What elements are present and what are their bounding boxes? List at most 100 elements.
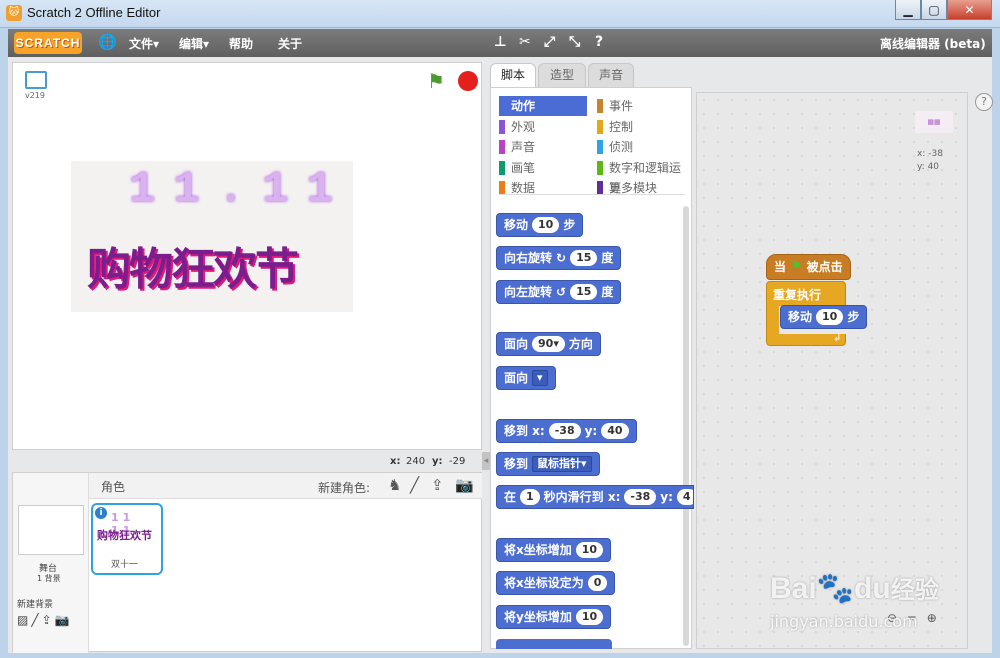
upload-icon[interactable]: ⇪ — [431, 476, 444, 494]
block-point-direction[interactable]: 面向 90▾ 方向 — [496, 332, 601, 356]
green-flag-icon[interactable]: ⚑ — [427, 69, 445, 93]
block-point-towards[interactable]: 面向 ▾ — [496, 366, 556, 390]
script-area[interactable]: ▦▦ x: -38 y: 40 ⊖ = ⊕ — [696, 92, 968, 649]
palette-divider — [499, 194, 685, 195]
maximize-button[interactable]: ▢ — [921, 0, 947, 20]
sprite-x-position: x: -38 — [917, 149, 943, 159]
minimize-button[interactable]: ▁ — [895, 0, 921, 20]
tab-scripts[interactable]: 脚本 — [490, 63, 536, 87]
category-color-swatch — [499, 119, 505, 134]
green-flag-icon: ⚑ — [790, 259, 803, 275]
duplicate-stamp-icon[interactable]: ⊥ — [494, 34, 507, 50]
category-9[interactable]: 更多模块 — [597, 178, 685, 198]
block-set-x[interactable]: 将x坐标设定为 0 — [496, 571, 616, 595]
block-change-y[interactable]: 将y坐标增加 10 — [496, 605, 612, 629]
scratch-logo[interactable]: SCRATCH — [14, 32, 82, 54]
category-color-swatch — [597, 160, 603, 175]
backdrop-tools-icon[interactable]: ▨╱⇪📷 — [17, 613, 73, 627]
category-6[interactable]: 控制 — [597, 117, 685, 137]
block-change-x[interactable]: 将x坐标增加 10 — [496, 538, 612, 562]
tab-costumes[interactable]: 造型 — [538, 63, 586, 87]
block-turn-right[interactable]: 向右旋转 ↻ 15 度 — [496, 246, 622, 270]
block-goto-xy[interactable]: 移到 x: -38 y: 40 — [496, 419, 637, 443]
category-2[interactable]: 声音 — [499, 137, 587, 157]
menu-edit[interactable]: 编辑▾ — [179, 35, 209, 52]
mouse-y-value: -29 — [449, 456, 466, 467]
category-color-swatch — [597, 181, 603, 195]
category-5[interactable]: 事件 — [597, 96, 685, 116]
category-color-swatch — [499, 181, 505, 195]
category-8[interactable]: 数字和逻辑运算 — [597, 158, 685, 195]
stage-thumbnail[interactable] — [18, 505, 84, 555]
category-label: 数据 — [511, 181, 536, 195]
close-button[interactable]: ✕ — [947, 0, 992, 20]
category-color-swatch — [597, 99, 603, 113]
menu-help[interactable]: 帮助 — [229, 35, 253, 52]
sprite-library-icon[interactable]: ♞ — [388, 476, 401, 494]
mouse-x-value: 240 — [406, 456, 426, 467]
delete-scissors-icon[interactable]: ✂ — [519, 34, 531, 50]
category-label: 声音 — [511, 140, 536, 154]
shrink-icon[interactable]: ⤡ — [569, 34, 580, 50]
rotate-cw-icon: ↻ — [556, 251, 567, 265]
menu-about[interactable]: 关于 — [278, 35, 302, 52]
edition-label: 离线编辑器 (beta) — [880, 37, 986, 51]
category-color-swatch — [499, 160, 505, 175]
help-question-icon[interactable]: ? — [595, 34, 603, 50]
grow-icon[interactable]: ⤢ — [544, 34, 555, 50]
stage-sprite-image[interactable]: 11.11 购物狂欢节 — [71, 161, 353, 312]
rotate-ccw-icon: ↺ — [556, 285, 567, 299]
category-color-swatch — [499, 140, 505, 154]
script-move[interactable]: 移动 10 步 — [780, 305, 868, 329]
category-label: 动作 — [511, 99, 536, 113]
sprite-y-position: y: 40 — [917, 162, 940, 172]
new-sprite-label: 新建角色: — [318, 481, 371, 495]
palette-scrollbar[interactable] — [683, 206, 689, 646]
category-label: 更多模块 — [609, 181, 658, 195]
category-color-swatch — [597, 119, 603, 134]
menu-file[interactable]: 文件▾ — [129, 35, 159, 52]
sprite-thumbnail[interactable]: i 11 11 购物狂欢节 双十一 — [91, 503, 163, 575]
script-when-flag-clicked[interactable]: 当 ⚑ 被点击 — [766, 254, 851, 280]
block-goto[interactable]: 移到 鼠标指针▾ — [496, 452, 600, 476]
camera-icon[interactable]: 📷 — [455, 476, 474, 494]
collapse-stage-handle[interactable]: ◂ — [482, 452, 490, 470]
category-4[interactable]: 数据 — [499, 178, 587, 198]
category-label: 画笔 — [511, 160, 536, 175]
stage[interactable]: v219 ⚑ 11.11 购物狂欢节 — [12, 62, 482, 450]
version-label: v219 — [25, 91, 46, 100]
block-turn-left[interactable]: 向左旋转 ↺ 15 度 — [496, 280, 622, 304]
category-label: 控制 — [609, 119, 634, 134]
stage-backdrop-count: 1 背景 — [37, 574, 61, 583]
watermark-url: jingyan.baidu.com — [770, 612, 918, 631]
category-1[interactable]: 外观 — [499, 117, 587, 137]
new-backdrop-label: 新建背景 — [17, 600, 54, 610]
category-label: 侦测 — [609, 140, 634, 154]
current-sprite-thumb: ▦▦ — [915, 111, 953, 133]
loop-arrow-icon: ↲ — [833, 333, 842, 344]
block-move[interactable]: 移动 10 步 — [496, 213, 584, 237]
watermark-logo: Bai🐾du经验 — [770, 572, 939, 605]
help-icon[interactable]: ? — [975, 93, 993, 111]
globe-icon[interactable]: 🌐 — [98, 33, 117, 51]
image-text-top: 11.11 — [129, 165, 352, 215]
presentation-mode-icon[interactable] — [25, 71, 47, 89]
block-glide[interactable]: 在 1 秒内滑行到 x: -38 y: 4 — [496, 485, 694, 509]
info-icon[interactable]: i — [95, 507, 107, 519]
block-set-y-partial[interactable] — [496, 639, 612, 649]
sprite-name: 双十一 — [111, 560, 139, 570]
image-text-bottom: 购物狂欢节 — [87, 245, 299, 294]
category-3[interactable]: 画笔 — [499, 158, 587, 178]
category-label: 外观 — [511, 119, 536, 134]
sprite-header — [89, 473, 482, 499]
mouse-y-label: y: — [432, 456, 443, 467]
category-color-swatch — [597, 140, 603, 154]
scratch-cat-icon: 🐱 — [6, 5, 22, 21]
category-color-swatch — [499, 99, 505, 113]
stop-sign-icon[interactable] — [458, 71, 478, 91]
window-title: Scratch 2 Offline Editor — [27, 5, 161, 20]
category-0[interactable]: 动作 — [499, 96, 587, 116]
tab-sounds[interactable]: 声音 — [588, 63, 634, 87]
paint-brush-icon[interactable]: ╱ — [410, 476, 419, 494]
category-7[interactable]: 侦测 — [597, 137, 685, 157]
